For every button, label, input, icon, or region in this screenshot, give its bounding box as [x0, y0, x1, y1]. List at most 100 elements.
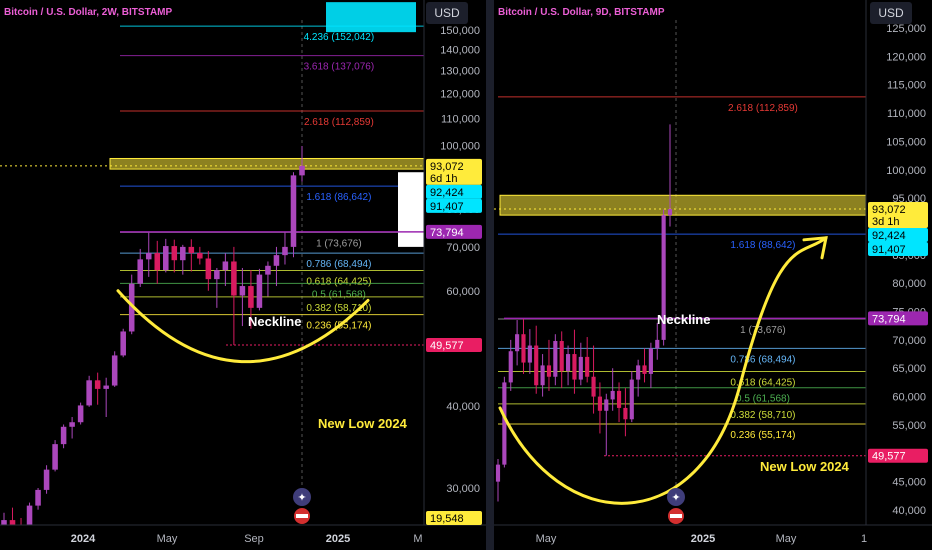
- candle[interactable]: [86, 375, 92, 407]
- candle-body: [648, 348, 653, 374]
- x-tick-label: 2025: [691, 533, 715, 545]
- fib-level-label: 0.5 (61,568): [736, 394, 790, 405]
- left-header: Bitcoin / U.S. Dollar, 2W, BITSTAMP: [4, 7, 172, 18]
- right-header: Bitcoin / U.S. Dollar, 9D, BITSTAMP: [498, 7, 665, 18]
- y-tick-label: 105,000: [886, 136, 926, 148]
- candle[interactable]: [111, 351, 118, 387]
- candle-body: [642, 365, 647, 374]
- candle-body: [667, 209, 673, 216]
- candle-body: [636, 365, 641, 380]
- fib-level-label: 0.382 (58,710): [730, 410, 795, 421]
- price-tag-value: 92,424: [872, 230, 906, 242]
- left-neckline-label: Neckline: [248, 314, 301, 329]
- left-sparkle-glyph: ✦: [297, 492, 306, 504]
- fib-level-label: 0.786 (68,494): [730, 354, 795, 365]
- y-tick-label: 80,000: [892, 278, 926, 290]
- y-tick-label: 125,000: [886, 23, 926, 35]
- fib-level-label: 0.618 (64,425): [306, 277, 371, 288]
- y-tick-label: 140,000: [440, 45, 480, 57]
- candle-body: [604, 399, 609, 411]
- candle-body: [43, 469, 50, 490]
- candle-body: [585, 356, 590, 377]
- candle-body: [521, 334, 526, 363]
- y-tick-label: 45,000: [892, 477, 926, 489]
- candle-body: [69, 422, 75, 427]
- y-tick-label: 100,000: [886, 165, 926, 177]
- price-tag-value: 73,794: [430, 227, 464, 239]
- price-tag-countdown: 3d 1h: [872, 216, 900, 228]
- candle-body: [163, 246, 169, 271]
- candle-body: [655, 339, 660, 349]
- y-tick-label: 40,000: [446, 401, 480, 413]
- target-box: [326, 2, 416, 33]
- price-tag: 93,0723d 1h: [868, 202, 928, 229]
- right-new-low-label: New Low 2024: [760, 459, 850, 474]
- price-tag: 92,424: [868, 228, 928, 243]
- price-tag-value: 91,407: [872, 244, 906, 256]
- candle-body: [508, 351, 513, 383]
- candle-body: [77, 405, 84, 423]
- price-tag-value: 93,072: [872, 204, 906, 216]
- candle-body: [231, 261, 237, 296]
- left-price-axis[interactable]: 150,000 140,000 130,000 120,000 110,000 100,0…: [423, 0, 486, 525]
- candle-body: [282, 246, 288, 256]
- price-tag: 73,794: [426, 224, 482, 239]
- price-tag: 92,424: [426, 184, 482, 199]
- fib-level-label: 3.618 (137,076): [304, 62, 375, 73]
- left-us-flag-stripe: [296, 514, 308, 518]
- price-tag-value: 92,424: [430, 187, 464, 199]
- candle-body: [35, 489, 41, 506]
- price-tag-value: 19,548: [430, 513, 464, 525]
- fib-level-label: 0.5 (61,568): [312, 289, 366, 300]
- y-tick-label: 60,000: [892, 392, 926, 404]
- right-price-axis[interactable]: 125,000 120,000 115,000 110,000 105,000 100,0…: [865, 0, 932, 525]
- resistance-zone-rect: [109, 157, 425, 170]
- chart-workspace[interactable]: 4.236 (152,042) 3.618 (137,076) 2.618 (112…: [0, 0, 932, 550]
- left-time-axis[interactable]: 2024 May Sep 2025 M: [0, 524, 486, 550]
- price-tag-value: 73,794: [872, 313, 906, 325]
- price-tag-value: 49,577: [872, 451, 906, 463]
- candle-body: [299, 165, 305, 176]
- price-tag-countdown: 6d 1h: [430, 173, 458, 185]
- candle-body: [610, 390, 615, 400]
- candle-body: [197, 253, 203, 259]
- y-tick-label: 65,000: [892, 363, 926, 375]
- dual-bitcoin-chart[interactable]: 4.236 (152,042) 3.618 (137,076) 2.618 (112…: [0, 0, 932, 550]
- price-tag: 49,577: [868, 448, 928, 463]
- y-tick-label: 115,000: [887, 80, 926, 92]
- fib-level-label: 1.618 (86,642): [306, 192, 371, 203]
- y-tick-label: 70,000: [892, 335, 926, 347]
- candle-body: [502, 382, 507, 465]
- candle-body: [214, 270, 220, 280]
- candle-body: [591, 376, 596, 397]
- y-tick-label: 100,000: [440, 140, 480, 152]
- fib-level-label: 1 (73,676): [316, 238, 362, 249]
- panel-divider[interactable]: [486, 0, 494, 550]
- candle[interactable]: [52, 440, 58, 472]
- candle[interactable]: [120, 328, 126, 358]
- right-neckline-label: Neckline: [657, 312, 710, 327]
- candle-body: [534, 345, 539, 386]
- right-time-axis[interactable]: May 2025 May 1: [494, 524, 932, 550]
- resistance-zone-rect: [499, 194, 867, 216]
- candle[interactable]: [77, 402, 84, 425]
- y-tick-label: 150,000: [440, 25, 480, 37]
- candle[interactable]: [256, 268, 263, 311]
- fib-level-label: 4.236 (152,042): [304, 32, 375, 43]
- y-tick-label: 55,000: [892, 420, 926, 432]
- candle-body: [290, 175, 297, 247]
- candle-body: [527, 345, 532, 363]
- candle-body: [616, 390, 622, 408]
- candle-body: [26, 505, 33, 528]
- candle-body: [546, 365, 552, 377]
- candle-body: [629, 379, 634, 420]
- candle[interactable]: [290, 172, 297, 258]
- candle-body: [239, 286, 246, 296]
- x-tick-label: May: [776, 533, 797, 545]
- candle-body: [623, 407, 628, 420]
- candle-body: [120, 331, 126, 356]
- fib-level-label: 2.618 (112,859): [728, 103, 798, 114]
- y-tick-label: 70,000: [446, 242, 480, 254]
- price-tag-value: 49,577: [430, 340, 464, 352]
- candle-body: [154, 253, 161, 271]
